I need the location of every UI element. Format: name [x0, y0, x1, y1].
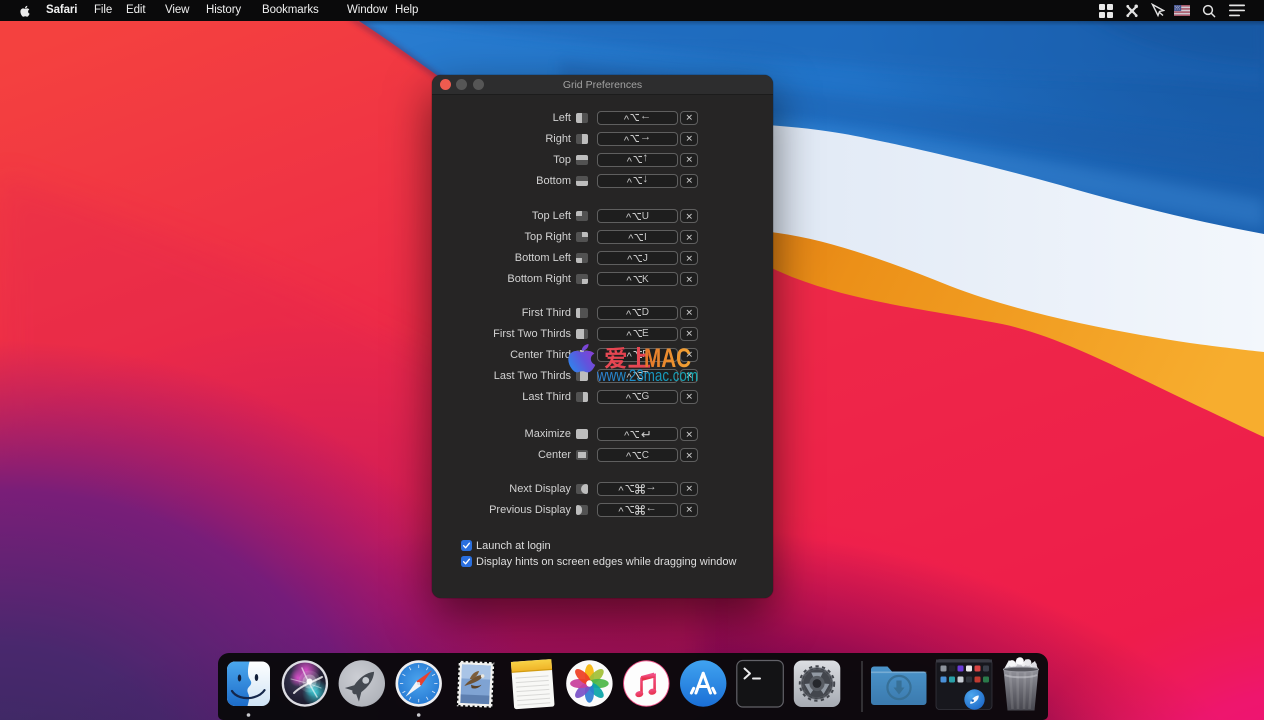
svg-text:www.23mac.com: www.23mac.com [596, 366, 698, 385]
